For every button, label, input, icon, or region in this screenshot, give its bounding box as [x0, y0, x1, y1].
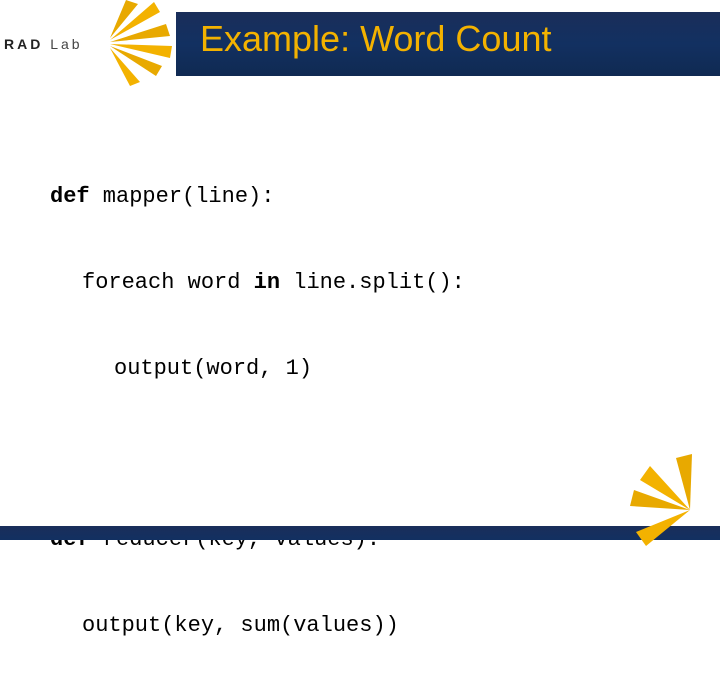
code-text: line.split():: [280, 270, 465, 295]
code-text: foreach word: [82, 270, 254, 295]
logo-text-left: RAD: [4, 36, 43, 52]
logo: RAD Lab: [0, 34, 160, 54]
footer-accent-icon: [630, 450, 720, 570]
code-line: output(key, sum(values)): [50, 612, 670, 641]
code-line: foreach word in line.split():: [50, 269, 670, 298]
code-line: output(word, 1): [50, 355, 670, 384]
logo-text-right: Lab: [50, 36, 82, 52]
slide-header: RAD Lab Example: Word Count: [0, 0, 720, 86]
code-line: def mapper(line):: [50, 183, 670, 212]
keyword-in: in: [254, 270, 280, 295]
code-text: mapper(line):: [90, 184, 275, 209]
keyword-def: def: [50, 184, 90, 209]
slide-title: Example: Word Count: [200, 18, 552, 60]
slide-content: def mapper(line): foreach word in line.s…: [0, 86, 720, 697]
logo-text: RAD Lab: [4, 36, 83, 52]
code-block: def mapper(line): foreach word in line.s…: [50, 126, 670, 697]
slide-footer: [0, 526, 720, 540]
blank-line: [50, 441, 670, 469]
